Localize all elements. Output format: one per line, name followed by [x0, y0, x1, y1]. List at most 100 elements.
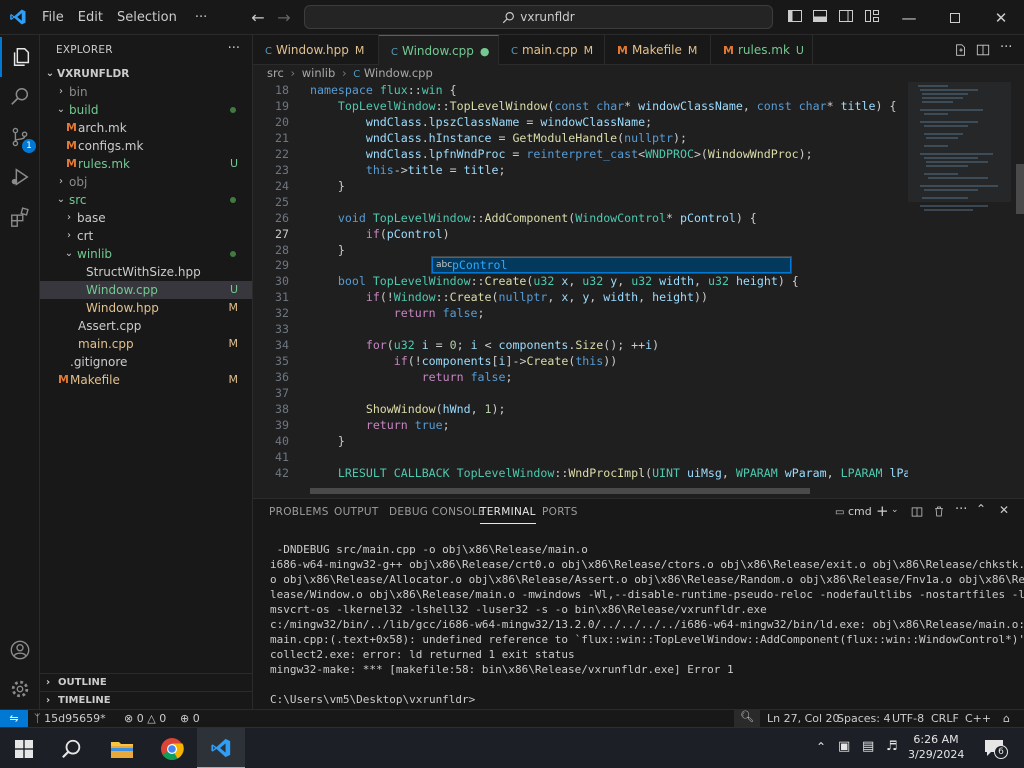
- tree-folder[interactable]: ⌄ build: [40, 101, 252, 119]
- taskbar-clock[interactable]: 6:26 AM 3/29/2024: [908, 732, 964, 762]
- menu-file[interactable]: File: [35, 0, 71, 35]
- windows-start-icon[interactable]: [0, 728, 48, 768]
- new-terminal-icon[interactable]: +: [876, 502, 889, 520]
- suggestion-item[interactable]: abc pControl: [432, 257, 791, 273]
- source-control-icon[interactable]: 1: [0, 117, 40, 157]
- code-editor[interactable]: 18 namespace flux::win {19 TopLevelWindow…: [253, 82, 908, 494]
- editor-tab[interactable]: C Window.cpp ●: [379, 35, 499, 65]
- branch-indicator[interactable]: ᛉ 15d95659*: [34, 712, 106, 725]
- panel-tab-terminal[interactable]: TERMINAL: [480, 506, 536, 524]
- code-line[interactable]: LRESULT CALLBACK TopLevelWindow::WndProc…: [310, 466, 908, 480]
- explorer-root-folder[interactable]: ⌄ VXRUNFLDR: [40, 65, 252, 83]
- maximize-button[interactable]: [932, 0, 978, 35]
- tree-file[interactable]: .gitignore: [40, 353, 252, 371]
- terminal-shell-selector[interactable]: ▭ cmd: [835, 505, 872, 518]
- zoom-icon[interactable]: 🔍︎: [734, 710, 760, 728]
- code-line[interactable]: bool TopLevelWindow::Create(u32 x, u32 y…: [310, 274, 799, 288]
- menu-selection[interactable]: Selection: [110, 0, 184, 35]
- code-line[interactable]: if(!Window::Create(nullptr, x, y, width,…: [310, 290, 708, 304]
- tree-folder[interactable]: ⌄ winlib: [40, 245, 252, 263]
- network-icon[interactable]: ▤: [862, 739, 874, 754]
- panel-more-icon[interactable]: ···: [955, 502, 967, 517]
- outline-section[interactable]: › OUTLINE: [40, 673, 253, 691]
- remote-indicator-icon[interactable]: ⇋: [0, 710, 28, 728]
- back-arrow-icon[interactable]: ←: [244, 8, 272, 27]
- open-changes-icon[interactable]: [954, 43, 968, 57]
- editor-tab[interactable]: M Makefile M: [605, 35, 711, 65]
- tree-file[interactable]: Assert.cpp: [40, 317, 252, 335]
- tree-folder[interactable]: › base: [40, 209, 252, 227]
- terminal-dropdown-icon[interactable]: ⌄: [891, 505, 899, 515]
- tree-file[interactable]: M Makefile M: [40, 371, 252, 389]
- language-mode[interactable]: C++: [965, 712, 991, 725]
- tree-folder[interactable]: › obj: [40, 173, 252, 191]
- search-icon[interactable]: [0, 77, 40, 117]
- close-button[interactable]: ✕: [978, 0, 1024, 35]
- tree-file[interactable]: Mrules.mk U: [40, 155, 252, 173]
- tree-file[interactable]: Mconfigs.mk: [40, 137, 252, 155]
- panel-tab-debug-console[interactable]: DEBUG CONSOLE: [389, 506, 485, 518]
- tree-folder[interactable]: › bin: [40, 83, 252, 101]
- tree-folder[interactable]: › crt: [40, 227, 252, 245]
- gear-icon[interactable]: [0, 669, 40, 709]
- menu-more[interactable]: ···: [188, 0, 214, 35]
- horizontal-scrollbar[interactable]: [310, 488, 810, 494]
- code-line[interactable]: for(u32 i = 0; i < components.Size(); ++…: [310, 338, 659, 352]
- tray-chevron-icon[interactable]: ⌃: [816, 740, 826, 754]
- maximize-panel-icon[interactable]: ⌃: [976, 502, 986, 516]
- tray-app-icon[interactable]: ▣: [838, 739, 850, 754]
- taskbar-search-icon[interactable]: [48, 728, 96, 768]
- panel-tab-ports[interactable]: PORTS: [542, 506, 578, 518]
- editor-tab[interactable]: Mrules.mk U: [711, 35, 813, 65]
- panel-tab-output[interactable]: OUTPUT: [334, 506, 379, 518]
- breadcrumb-src[interactable]: src: [267, 66, 284, 80]
- toggle-primary-sidebar-icon[interactable]: [787, 8, 803, 24]
- code-line[interactable]: wndClass.hInstance = GetModuleHandle(nul…: [310, 131, 687, 145]
- editor-tab[interactable]: Cmain.cpp M: [499, 35, 605, 65]
- tree-file[interactable]: Window.hpp M: [40, 299, 252, 317]
- toggle-secondary-sidebar-icon[interactable]: [838, 8, 854, 24]
- code-line[interactable]: this->title = title;: [310, 163, 506, 177]
- editor-more-icon[interactable]: ···: [1000, 40, 1012, 55]
- menu-edit[interactable]: Edit: [71, 0, 110, 35]
- code-line[interactable]: namespace flux::win {: [310, 83, 457, 97]
- split-terminal-icon[interactable]: [911, 506, 923, 518]
- taskbar-vscode-icon[interactable]: [197, 728, 245, 768]
- toggle-panel-icon[interactable]: [812, 8, 828, 24]
- notifications-bell-icon[interactable]: ⌂: [1003, 712, 1010, 725]
- forward-arrow-icon[interactable]: →: [270, 8, 298, 27]
- code-line[interactable]: wndClass.lpfnWndProc = reinterpret_cast<…: [310, 147, 813, 161]
- command-center-search[interactable]: vxrunfldr: [304, 5, 773, 29]
- customize-layout-icon[interactable]: [864, 8, 880, 24]
- code-line[interactable]: }: [310, 243, 345, 257]
- tree-file[interactable]: main.cpp M: [40, 335, 252, 353]
- code-line[interactable]: return false;: [310, 306, 485, 320]
- problems-indicator[interactable]: ⊗ 0 △ 0: [124, 712, 166, 725]
- code-line[interactable]: return false;: [310, 370, 513, 384]
- code-line[interactable]: }: [310, 434, 345, 448]
- code-line[interactable]: TopLevelWindow::TopLevelWindow(const cha…: [310, 99, 897, 113]
- explorer-more-icon[interactable]: ···: [228, 41, 240, 56]
- split-editor-icon[interactable]: [976, 43, 990, 57]
- account-icon[interactable]: [0, 630, 40, 670]
- encoding[interactable]: UTF-8: [892, 712, 924, 725]
- chrome-icon[interactable]: [148, 728, 196, 768]
- tree-file[interactable]: StructWithSize.hpp: [40, 263, 252, 281]
- code-line[interactable]: if(!components[i]->Create(this)): [310, 354, 617, 368]
- volume-icon[interactable]: ♬: [886, 739, 898, 754]
- code-line[interactable]: ShowWindow(hWnd, 1);: [310, 402, 506, 416]
- close-panel-icon[interactable]: ✕: [999, 503, 1009, 517]
- trash-icon[interactable]: [933, 505, 945, 518]
- indentation[interactable]: Spaces: 4: [837, 712, 890, 725]
- ports-indicator[interactable]: ⊕ 0: [180, 712, 200, 725]
- timeline-section[interactable]: › TIMELINE: [40, 691, 253, 709]
- end-of-line[interactable]: CRLF: [931, 712, 959, 725]
- code-line[interactable]: void TopLevelWindow::AddComponent(Window…: [310, 211, 757, 225]
- minimize-button[interactable]: —: [886, 0, 932, 35]
- cursor-position[interactable]: Ln 27, Col 20: [767, 712, 840, 725]
- editor-tab[interactable]: C Window.hpp M: [253, 35, 379, 65]
- breadcrumb-file[interactable]: Window.cpp: [364, 66, 433, 80]
- run-debug-icon[interactable]: [0, 157, 40, 197]
- panel-tab-problems[interactable]: PROBLEMS: [269, 506, 329, 518]
- minimap[interactable]: [908, 82, 1024, 494]
